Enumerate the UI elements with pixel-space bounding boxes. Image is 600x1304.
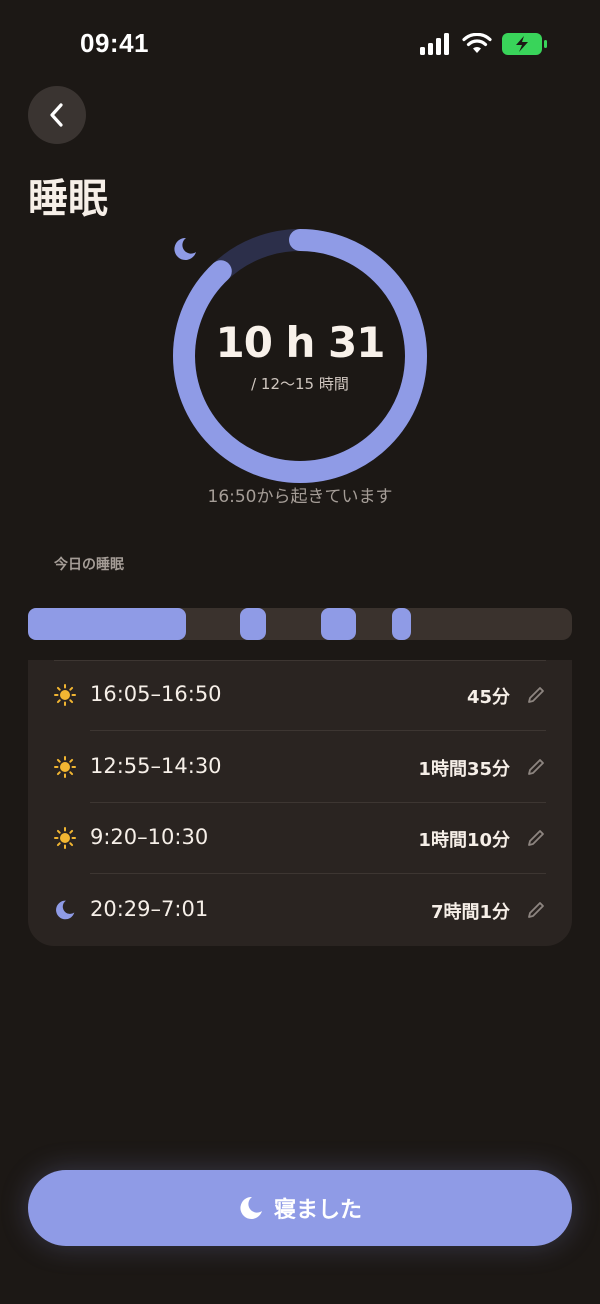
wifi-icon [462, 33, 492, 53]
sleep-progress-ring: 10 h 31 / 12〜15 時間 [172, 228, 428, 484]
slept-button[interactable]: 寝ました [28, 1170, 572, 1246]
timeline-segment [392, 608, 411, 640]
battery-charging-icon [502, 33, 547, 55]
sun-icon [54, 684, 76, 706]
slept-button-label: 寝ました [273, 1198, 362, 1223]
sun-icon [54, 827, 76, 849]
pencil-icon[interactable] [526, 900, 546, 920]
moon-icon [240, 1196, 262, 1219]
entry-duration: 7時間1分 [430, 901, 510, 923]
status-icons [420, 32, 548, 56]
entry-duration: 45分 [466, 687, 510, 708]
back-button[interactable] [28, 86, 86, 144]
timeline-segment [320, 608, 357, 640]
sleep-timeline [28, 608, 572, 640]
page-title: 睡眠 [28, 176, 108, 222]
pencil-icon[interactable] [526, 685, 546, 705]
moon-icon [174, 237, 196, 260]
chevron-left-icon [50, 103, 63, 127]
today-sleep-label: 今日の睡眠 [54, 557, 124, 573]
cellular-signal-icon [420, 33, 449, 55]
timeline-segment [239, 608, 267, 640]
entry-time: 9:20–10:30 [90, 825, 209, 849]
awake-since-text: 16:50から起きています [207, 487, 393, 507]
entry-time: 20:29–7:01 [90, 896, 209, 921]
sleep-entry-row[interactable]: 16:05–16:50 45分 [28, 660, 572, 731]
sleep-duration: 10 h 31 [215, 317, 385, 367]
entry-duration: 1時間35分 [418, 758, 510, 780]
ring-center: 10 h 31 / 12〜15 時間 [172, 228, 428, 484]
entry-time: 16:05–16:50 [90, 682, 222, 706]
sleep-entry-row[interactable]: 20:29–7:01 7時間1分 [28, 875, 572, 946]
status-bar: 09:41 [0, 0, 600, 88]
entry-time: 12:55–14:30 [90, 753, 222, 778]
sleep-entries-card: 16:05–16:50 45分 12:55–14:30 1時間35分 9:20–10:3… [28, 660, 572, 946]
pencil-icon[interactable] [526, 828, 546, 848]
status-time: 09:41 [80, 28, 149, 58]
sleep-goal: / 12〜15 時間 [251, 374, 349, 393]
moon-icon [54, 899, 76, 921]
sleep-entry-row[interactable]: 9:20–10:30 1時間10分 [28, 803, 572, 874]
sun-icon [54, 755, 76, 778]
timeline-segment [28, 608, 186, 640]
sleep-entry-row[interactable]: 12:55–14:30 1時間35分 [28, 732, 572, 803]
pencil-icon[interactable] [526, 757, 546, 777]
entry-duration: 1時間10分 [418, 830, 510, 851]
